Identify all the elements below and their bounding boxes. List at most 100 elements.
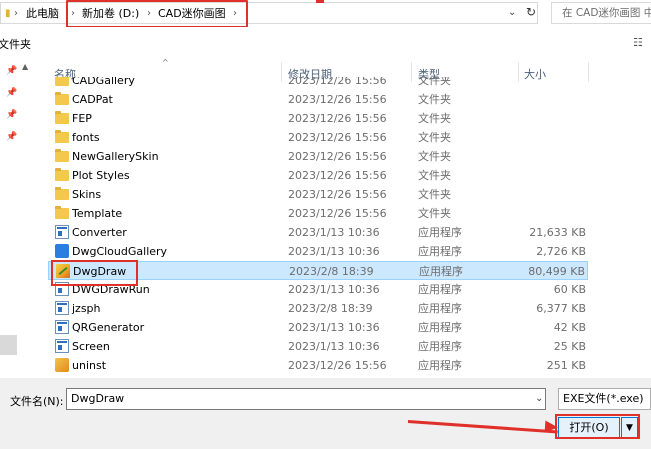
file-type: 应用程序 — [418, 302, 462, 315]
file-size: 80,499 KB — [528, 265, 585, 278]
file-type: 文件夹 — [418, 131, 451, 144]
file-date: 2023/1/13 10:36 — [288, 245, 380, 258]
folder-icon — [55, 187, 69, 200]
file-date: 2023/2/8 18:39 — [288, 302, 373, 315]
file-row[interactable]: Template 2023/12/26 15:56 文件夹 — [48, 204, 588, 223]
folder-icon — [55, 206, 69, 219]
folder-icon — [55, 130, 69, 143]
breadcrumb-highlight-box — [66, 0, 248, 28]
file-date: 2023/12/26 15:56 — [288, 359, 387, 372]
file-row[interactable]: fonts 2023/12/26 15:56 文件夹 — [48, 128, 588, 147]
folder-small-icon: ▮ — [5, 8, 11, 19]
file-type: 文件夹 — [418, 188, 451, 201]
file-name: FEP — [72, 112, 92, 125]
folder-icon — [55, 168, 69, 181]
file-type: 应用程序 — [419, 265, 463, 278]
chevron-right-icon: › — [14, 8, 18, 19]
file-size: 25 KB — [553, 340, 586, 353]
file-name: QRGenerator — [72, 321, 145, 334]
nav-selected-item[interactable] — [0, 335, 17, 355]
app-icon — [55, 339, 69, 353]
pin-icon: 📌 — [6, 88, 18, 98]
chevron-down-icon[interactable]: ⌄ — [508, 7, 516, 18]
file-row[interactable]: CADGallery 2023/12/26 15:56 文件夹 — [48, 77, 588, 90]
file-type: 应用程序 — [418, 359, 462, 372]
app-icon — [55, 225, 69, 239]
pin-icon: 📌 — [6, 66, 18, 76]
file-type: 文件夹 — [418, 207, 451, 220]
file-date: 2023/1/13 10:36 — [288, 226, 380, 239]
vertical-scrollbar[interactable] — [643, 60, 651, 378]
file-date: 2023/12/26 15:56 — [288, 112, 387, 125]
file-type: 文件夹 — [418, 150, 451, 163]
view-options-icon[interactable]: ☷ — [633, 36, 643, 49]
file-type-filter[interactable]: EXE文件(*.exe) — [558, 388, 651, 410]
dialog-footer: 文件名(N): DwgDraw ⌄ EXE文件(*.exe) 打开(O) ▼ — [0, 378, 651, 449]
filename-input[interactable]: DwgDraw — [66, 388, 546, 410]
address-toolbar: ▮ › 此电脑 › 新加卷 (D:) › CAD迷你画图 › ⌄ ↻ 在 CAD… — [0, 0, 651, 28]
pin-icon: 📌 — [6, 110, 18, 120]
file-size: 2,726 KB — [536, 245, 586, 258]
folder-icon — [55, 77, 69, 86]
file-size: 251 KB — [546, 359, 586, 372]
file-size: 42 KB — [553, 321, 586, 334]
file-row[interactable]: Skins 2023/12/26 15:56 文件夹 — [48, 185, 588, 204]
file-name: Template — [72, 207, 123, 220]
file-row[interactable]: Plot Styles 2023/12/26 15:56 文件夹 — [48, 166, 588, 185]
filename-label: 文件名(N): — [10, 395, 64, 408]
scroll-up-icon[interactable]: ▲ — [22, 62, 28, 71]
file-size: 21,633 KB — [529, 226, 586, 239]
folder-icon — [55, 92, 69, 105]
file-type: 文件夹 — [418, 77, 451, 87]
file-date: 2023/12/26 15:56 — [288, 169, 387, 182]
file-name: CADGallery — [72, 77, 135, 87]
open-button-highlight-box — [555, 414, 640, 439]
file-size: 6,377 KB — [536, 302, 586, 315]
file-date: 2023/12/26 15:56 — [288, 77, 387, 87]
file-type: 文件夹 — [418, 93, 451, 106]
file-name: CADPat — [72, 93, 113, 106]
file-row[interactable]: uninst 2023/12/26 15:56 应用程序 251 KB — [48, 356, 588, 375]
file-row[interactable]: CADPat 2023/12/26 15:56 文件夹 — [48, 90, 588, 109]
command-toolbar: 文件夹 ☷ — [0, 27, 651, 57]
file-size: 60 KB — [553, 283, 586, 296]
file-row[interactable]: Screen 2023/1/13 10:36 应用程序 25 KB — [48, 337, 588, 356]
file-row[interactable]: DwgCloudGallery 2023/1/13 10:36 应用程序 2,726 … — [48, 242, 588, 261]
chevron-down-icon[interactable]: ⌄ — [535, 393, 543, 404]
breadcrumb-this-pc[interactable]: 此电脑 — [26, 6, 59, 22]
file-date: 2023/1/13 10:36 — [288, 321, 380, 334]
file-type: 文件夹 — [418, 169, 451, 182]
file-date: 2023/1/13 10:36 — [288, 283, 380, 296]
file-row[interactable]: jzsph 2023/2/8 18:39 应用程序 6,377 KB — [48, 299, 588, 318]
file-type: 应用程序 — [418, 226, 462, 239]
file-type: 应用程序 — [418, 340, 462, 353]
file-row[interactable]: QRGenerator 2023/1/13 10:36 应用程序 42 KB — [48, 318, 588, 337]
file-name: DwgCloudGallery — [72, 245, 168, 258]
navigation-pane: 📌 📌 📌 📌 — [0, 60, 37, 378]
annotation-arrow-head — [544, 420, 559, 434]
uninstall-icon — [55, 358, 69, 372]
file-name: Screen — [72, 340, 110, 353]
file-row[interactable]: FEP 2023/12/26 15:56 文件夹 — [48, 109, 588, 128]
file-date: 2023/12/26 15:56 — [288, 207, 387, 220]
folder-icon — [55, 111, 69, 124]
search-input[interactable]: 在 CAD迷你画图 中 — [551, 2, 651, 24]
annotation-mark — [316, 0, 324, 3]
file-row[interactable]: Converter 2023/1/13 10:36 应用程序 21,633 KB — [48, 223, 588, 242]
new-folder-button[interactable]: 文件夹 — [0, 36, 31, 52]
file-date: 2023/1/13 10:36 — [288, 340, 380, 353]
file-type: 应用程序 — [418, 245, 462, 258]
file-type: 应用程序 — [418, 283, 462, 296]
file-date: 2023/12/26 15:56 — [288, 150, 387, 163]
file-row[interactable]: NewGallerySkin 2023/12/26 15:56 文件夹 — [48, 147, 588, 166]
refresh-icon[interactable]: ↻ — [521, 3, 541, 21]
file-date: 2023/12/26 15:56 — [288, 93, 387, 106]
file-name: Skins — [72, 188, 102, 201]
app-icon — [55, 320, 69, 334]
sort-ascending-icon: ^ — [162, 58, 169, 67]
file-date: 2023/2/8 18:39 — [289, 265, 374, 278]
file-date: 2023/12/26 15:56 — [288, 131, 387, 144]
cloud-app-icon — [55, 244, 69, 258]
file-name: NewGallerySkin — [72, 150, 159, 163]
folder-icon — [55, 149, 69, 162]
